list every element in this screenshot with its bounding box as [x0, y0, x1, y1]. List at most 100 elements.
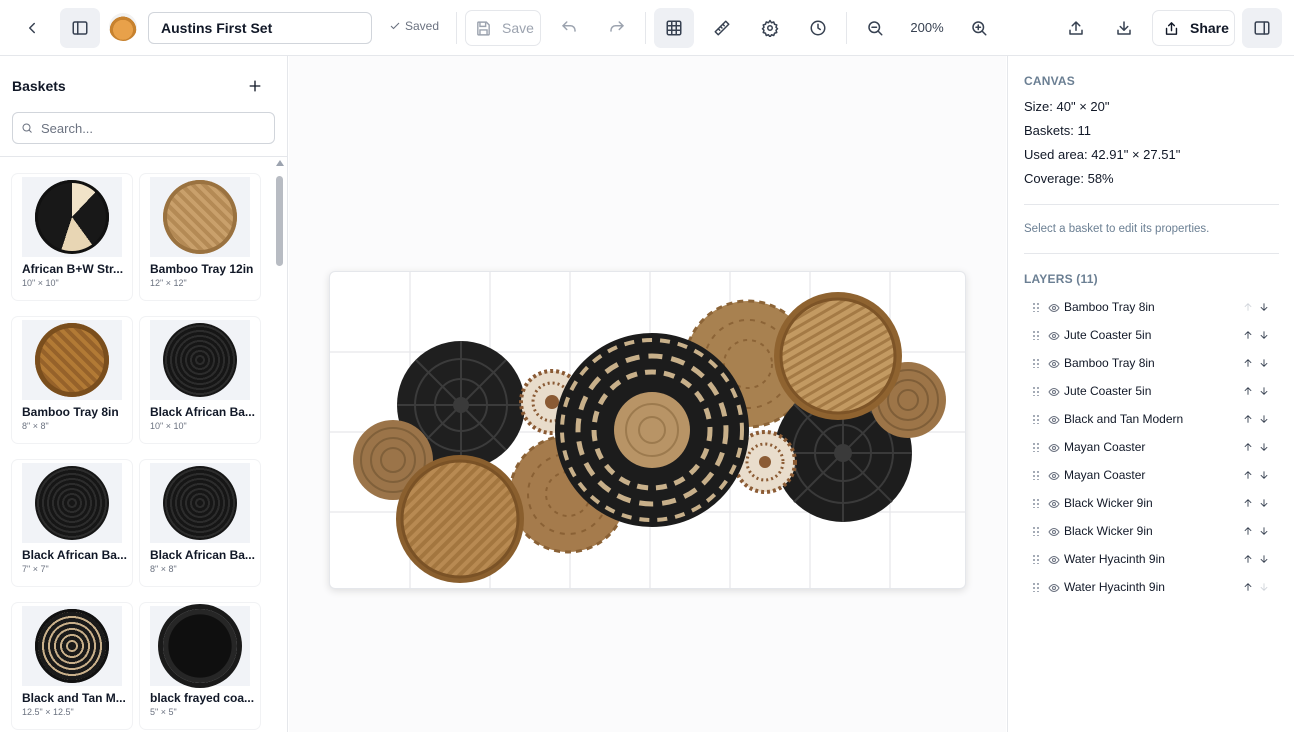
- panel-divider: [1024, 253, 1279, 254]
- drag-handle-icon[interactable]: [1032, 330, 1040, 340]
- basket-bamboo-tray-right[interactable]: [774, 292, 902, 420]
- drag-handle-icon[interactable]: [1032, 302, 1040, 312]
- eye-icon[interactable]: [1048, 441, 1060, 453]
- move-up-button[interactable]: [1240, 327, 1256, 343]
- layer-item[interactable]: Black Wicker 9in: [1032, 521, 1272, 541]
- basket-thumbnail: [22, 463, 122, 543]
- move-down-button[interactable]: [1256, 523, 1272, 539]
- move-down-button[interactable]: [1256, 467, 1272, 483]
- eye-icon[interactable]: [1048, 413, 1060, 425]
- eye-icon[interactable]: [1048, 301, 1060, 313]
- eye-icon[interactable]: [1048, 385, 1060, 397]
- layer-item[interactable]: Mayan Coaster: [1032, 465, 1272, 485]
- add-basket-button[interactable]: [244, 75, 266, 97]
- basket-arrangement[interactable]: [330, 272, 966, 589]
- search-input[interactable]: [41, 120, 261, 136]
- drag-handle-icon[interactable]: [1032, 582, 1040, 592]
- redo-button[interactable]: [597, 8, 637, 48]
- toggle-right-panel-button[interactable]: [1242, 8, 1282, 48]
- basket-card[interactable]: Black African Ba... 10" × 10": [140, 317, 260, 443]
- avatar[interactable]: [109, 13, 137, 41]
- layer-name: Black Wicker 9in: [1064, 496, 1153, 510]
- ruler-button[interactable]: [702, 8, 742, 48]
- move-up-button[interactable]: [1240, 299, 1256, 315]
- move-down-button[interactable]: [1256, 579, 1272, 595]
- layer-item[interactable]: Jute Coaster 5in: [1032, 381, 1272, 401]
- move-down-button[interactable]: [1256, 411, 1272, 427]
- save-button[interactable]: Save: [465, 10, 541, 46]
- move-up-button[interactable]: [1240, 467, 1256, 483]
- layer-item[interactable]: Bamboo Tray 8in: [1032, 297, 1272, 317]
- design-canvas[interactable]: [329, 271, 966, 589]
- move-down-button[interactable]: [1256, 551, 1272, 567]
- sidebar-scrollbar[interactable]: [275, 160, 284, 732]
- back-button[interactable]: [12, 8, 52, 48]
- eye-icon[interactable]: [1048, 469, 1060, 481]
- layer-item[interactable]: Water Hyacinth 9in: [1032, 577, 1272, 597]
- move-up-button[interactable]: [1240, 551, 1256, 567]
- toggle-left-sidebar-button[interactable]: [60, 8, 100, 48]
- move-up-button[interactable]: [1240, 411, 1256, 427]
- eye-icon[interactable]: [1048, 329, 1060, 341]
- move-up-button[interactable]: [1240, 383, 1256, 399]
- drag-handle-icon[interactable]: [1032, 442, 1040, 452]
- eye-icon[interactable]: [1048, 553, 1060, 565]
- move-up-button[interactable]: [1240, 579, 1256, 595]
- basket-card[interactable]: Black and Tan M... 12.5" × 12.5": [12, 603, 132, 729]
- history-button[interactable]: [798, 8, 838, 48]
- eye-icon[interactable]: [1048, 525, 1060, 537]
- share-icon: [1165, 21, 1178, 35]
- drag-handle-icon[interactable]: [1032, 386, 1040, 396]
- layer-item[interactable]: Bamboo Tray 8in: [1032, 353, 1272, 373]
- drag-handle-icon[interactable]: [1032, 470, 1040, 480]
- move-down-button[interactable]: [1256, 355, 1272, 371]
- set-title-input[interactable]: Austins First Set: [148, 12, 372, 44]
- basket-black-and-tan-modern[interactable]: [555, 333, 749, 527]
- basket-card[interactable]: Black African Ba... 8" × 8": [140, 460, 260, 586]
- scroll-up-arrow-icon[interactable]: [276, 160, 284, 166]
- move-down-button[interactable]: [1256, 327, 1272, 343]
- basket-card[interactable]: African B+W Str... 10" × 10": [12, 174, 132, 300]
- upload-button[interactable]: [1056, 8, 1096, 48]
- move-up-button[interactable]: [1240, 439, 1256, 455]
- arrow-down-icon: [1260, 387, 1268, 395]
- share-button[interactable]: Share: [1152, 10, 1235, 46]
- eye-icon[interactable]: [1048, 497, 1060, 509]
- eye-icon[interactable]: [1048, 357, 1060, 369]
- zoom-out-button[interactable]: [855, 8, 895, 48]
- save-icon: [477, 20, 490, 36]
- layer-item[interactable]: Mayan Coaster: [1032, 437, 1272, 457]
- layer-item[interactable]: Water Hyacinth 9in: [1032, 549, 1272, 569]
- drag-handle-icon[interactable]: [1032, 554, 1040, 564]
- undo-button[interactable]: [549, 8, 589, 48]
- move-down-button[interactable]: [1256, 439, 1272, 455]
- basket-card[interactable]: Bamboo Tray 8in 8" × 8": [12, 317, 132, 443]
- move-up-button[interactable]: [1240, 523, 1256, 539]
- canvas-workspace[interactable]: [289, 56, 1006, 732]
- move-down-button[interactable]: [1256, 299, 1272, 315]
- download-button[interactable]: [1104, 8, 1144, 48]
- move-up-button[interactable]: [1240, 495, 1256, 511]
- zoom-in-button[interactable]: [959, 8, 999, 48]
- layer-item[interactable]: Jute Coaster 5in: [1032, 325, 1272, 345]
- basket-card[interactable]: Bamboo Tray 12in 12" × 12": [140, 174, 260, 300]
- layers-heading: LAYERS (11): [1024, 272, 1098, 286]
- drag-handle-icon[interactable]: [1032, 414, 1040, 424]
- basket-card[interactable]: black frayed coa... 5" × 5": [140, 603, 260, 729]
- eye-icon[interactable]: [1048, 581, 1060, 593]
- drag-handle-icon[interactable]: [1032, 498, 1040, 508]
- layer-item[interactable]: Black and Tan Modern: [1032, 409, 1272, 429]
- settings-button[interactable]: [750, 8, 790, 48]
- basket-card[interactable]: Black African Ba... 7" × 7": [12, 460, 132, 586]
- layer-item[interactable]: Black Wicker 9in: [1032, 493, 1272, 513]
- scrollbar-thumb[interactable]: [276, 176, 283, 266]
- move-down-button[interactable]: [1256, 495, 1272, 511]
- redo-icon: [610, 21, 624, 32]
- move-up-button[interactable]: [1240, 355, 1256, 371]
- gear-icon: [761, 19, 779, 37]
- drag-handle-icon[interactable]: [1032, 358, 1040, 368]
- drag-handle-icon[interactable]: [1032, 526, 1040, 536]
- move-down-button[interactable]: [1256, 383, 1272, 399]
- basket-bamboo-tray-left[interactable]: [396, 455, 524, 583]
- grid-toggle-button[interactable]: [654, 8, 694, 48]
